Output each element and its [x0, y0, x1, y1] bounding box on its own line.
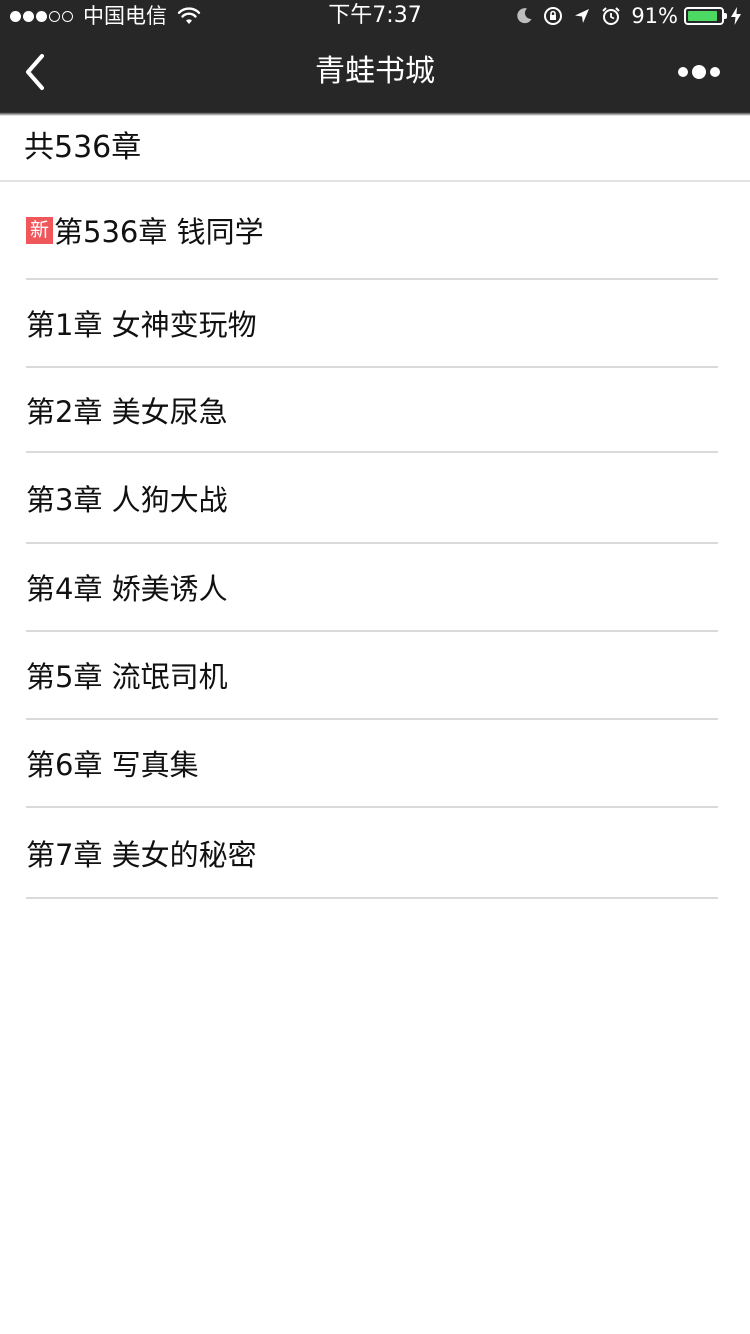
- chapter-title: 第4章 娇美诱人: [26, 572, 228, 606]
- location-arrow-icon: [575, 9, 590, 23]
- new-badge: 新: [26, 216, 53, 244]
- page-title: 青蛙书城: [315, 54, 435, 89]
- chapter-item[interactable]: 第3章 人狗大战: [26, 453, 718, 544]
- chapter-title: 第3章 人狗大战: [26, 482, 228, 517]
- chapter-title: 第1章 女神变玩物: [26, 308, 257, 342]
- chapter-count-header: 共536章: [0, 116, 750, 182]
- chapter-item[interactable]: 第1章 女神变玩物: [26, 280, 718, 368]
- chapter-title: 第536章 钱同学: [54, 215, 264, 249]
- chapter-title: 第6章 写真集: [26, 748, 199, 782]
- chapter-title: 第7章 美女的秘密: [26, 837, 257, 872]
- more-dots-icon: [678, 65, 720, 79]
- more-options-button[interactable]: [676, 60, 722, 84]
- chapter-item[interactable]: 第4章 娇美诱人: [26, 544, 718, 632]
- chapter-list: 新 第536章 钱同学 第1章 女神变玩物 第2章 美女尿急 第3章 人狗大战 …: [26, 182, 718, 899]
- chapter-title: 第5章 流氓司机: [26, 660, 228, 694]
- chapter-item[interactable]: 第2章 美女尿急: [26, 368, 718, 453]
- navigation-bar: 青蛙书城: [0, 32, 750, 112]
- chapter-item-latest[interactable]: 新 第536章 钱同学: [26, 182, 718, 280]
- chapter-title: 第2章 美女尿急: [26, 394, 228, 429]
- battery-percent: 91%: [631, 4, 678, 28]
- alarm-clock-icon: [602, 7, 621, 25]
- chapter-item[interactable]: 第7章 美女的秘密: [26, 808, 718, 899]
- chapter-count-label: 共536章: [24, 130, 142, 165]
- chapter-item[interactable]: 第5章 流氓司机: [26, 632, 718, 720]
- charging-bolt-icon: [731, 7, 741, 25]
- moon-icon: [517, 8, 532, 24]
- status-right: 91%: [505, 2, 742, 30]
- battery-nub: [724, 13, 727, 19]
- battery-fill: [688, 11, 718, 21]
- rotation-lock-icon: [544, 7, 563, 25]
- battery-icon: [684, 7, 727, 25]
- status-bar: 中国电信 下午7:37 91%: [0, 0, 750, 32]
- chapter-item[interactable]: 第6章 写真集: [26, 720, 718, 808]
